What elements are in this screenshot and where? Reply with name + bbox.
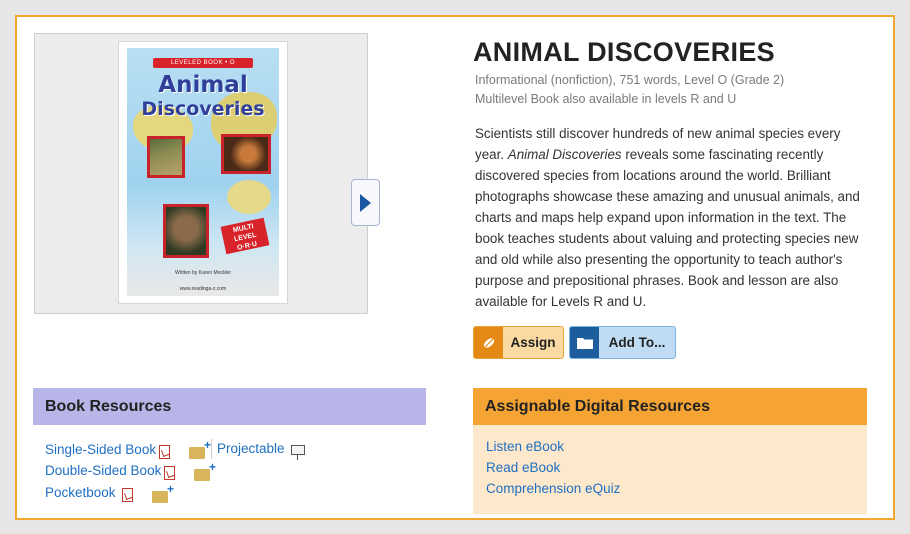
add-to-label: Add To... (608, 335, 666, 350)
map-landmass (227, 180, 271, 214)
cover-title-line1: Animal (158, 72, 248, 98)
description-text: reveals some fascinating recently discov… (475, 147, 860, 309)
cover-title-line2: Discoveries (141, 98, 265, 120)
single-sided-book-link[interactable]: Single-Sided Book (45, 442, 156, 457)
pdf-icon[interactable] (164, 466, 175, 480)
divider (211, 439, 212, 459)
description-book-title: Animal Discoveries (507, 147, 622, 162)
cover-viewer: LEVELED BOOK • O Animal Discoveries MULT… (34, 33, 380, 314)
listen-ebook-link[interactable]: Listen eBook (486, 439, 564, 454)
projectable-link[interactable]: Projectable (217, 441, 285, 456)
multilevel-badge: MULTI LEVEL O·R·U (220, 217, 270, 255)
book-meta: Informational (nonfiction), 751 words, L… (475, 73, 785, 87)
add-to-folder-icon[interactable] (194, 460, 216, 481)
projector-icon[interactable] (291, 445, 305, 460)
lizard-photo (221, 134, 271, 174)
cover-author: Written by Karen Mockler (174, 270, 232, 276)
book-detail-panel: LEVELED BOOK • O Animal Discoveries MULT… (15, 15, 895, 520)
cover-illustration: LEVELED BOOK • O Animal Discoveries MULT… (127, 48, 279, 296)
cover-url: www.readinga-z.com (179, 286, 227, 292)
add-to-folder-icon[interactable] (189, 438, 211, 459)
double-sided-book-link[interactable]: Double-Sided Book (45, 463, 161, 478)
pdf-icon[interactable] (122, 488, 133, 502)
add-to-button[interactable]: Add To... (569, 326, 676, 359)
digital-resources-heading: Assignable Digital Resources (473, 388, 867, 425)
pocketbook-link[interactable]: Pocketbook (45, 485, 116, 500)
assign-icon (474, 327, 503, 358)
multilevel-note: Multilevel Book also available in levels… (475, 92, 737, 106)
pdf-icon[interactable] (159, 445, 170, 459)
book-description: Scientists still discover hundreds of ne… (475, 123, 867, 312)
next-cover-button[interactable] (351, 179, 380, 226)
bird-photo (147, 136, 185, 178)
assign-label: Assign (510, 335, 556, 350)
add-to-folder-icon[interactable] (152, 482, 174, 503)
book-resources-heading: Book Resources (33, 388, 426, 425)
chevron-right-icon (360, 193, 371, 212)
cover-banner: LEVELED BOOK • O (153, 58, 253, 68)
read-ebook-link[interactable]: Read eBook (486, 460, 560, 475)
assign-button[interactable]: Assign (473, 326, 564, 359)
comprehension-equiz-link[interactable]: Comprehension eQuiz (486, 481, 620, 496)
digital-resources-list: Listen eBook Read eBook Comprehension eQ… (473, 425, 867, 514)
book-title: ANIMAL DISCOVERIES (473, 37, 775, 67)
folder-icon (570, 327, 599, 358)
owl-photo (163, 204, 209, 258)
book-cover[interactable]: LEVELED BOOK • O Animal Discoveries MULT… (118, 41, 288, 304)
